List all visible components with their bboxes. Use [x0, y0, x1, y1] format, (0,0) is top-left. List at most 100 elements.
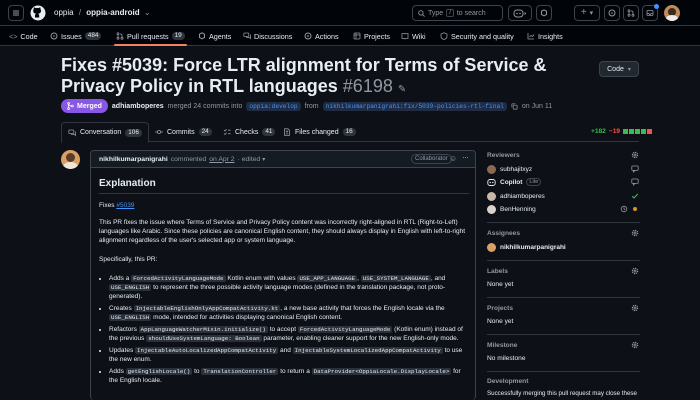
notification-dot	[654, 4, 659, 9]
reviewers-heading: Reviewers	[487, 152, 520, 159]
nav-security[interactable]: Security and quality	[440, 26, 514, 46]
list-item: Creates InjectableEnglishOnlyAppCompatAc…	[109, 304, 469, 322]
nav-insights-label: Insights	[538, 31, 563, 41]
comment-header: nikhilkumarpanigrahi commented on Apr 2 …	[91, 151, 475, 168]
pull-requests-button[interactable]	[623, 5, 639, 21]
gear-icon[interactable]	[631, 304, 639, 312]
code-button[interactable]: Code ▾	[599, 61, 639, 77]
merge-date: on Jun 11	[521, 102, 553, 110]
nav-projects[interactable]: Projects	[353, 26, 390, 46]
comment-discussion-icon	[243, 32, 251, 40]
reviewer-row[interactable]: adhiamboperes	[487, 191, 545, 201]
inline-code: USE_ENGLISH	[109, 314, 152, 321]
chevron-down-icon: ▾	[627, 66, 631, 73]
chevron-down-icon[interactable]: ⌄	[144, 8, 151, 17]
explanation-paragraph: This PR fixes the issue where Terms of S…	[99, 219, 466, 244]
repo-nav: <> Code Issues 484 Pull requests 19 Agen…	[0, 26, 700, 46]
smiley-icon[interactable]: ☺	[449, 154, 457, 163]
base-branch[interactable]: oppia:develop	[246, 101, 301, 111]
tab-commits-count: 24	[198, 128, 212, 136]
pencil-icon[interactable]: ✎	[398, 84, 406, 95]
inline-code: USE_APP_LANGUAGE	[297, 275, 358, 282]
nav-actions[interactable]: Actions	[304, 26, 339, 46]
nav-discussions[interactable]: Discussions	[243, 26, 292, 46]
gear-icon[interactable]	[631, 229, 639, 237]
reviewer-row[interactable]: subhajitxyz	[487, 164, 532, 174]
reviewer-name: Copilot	[500, 178, 523, 186]
gear-icon[interactable]	[631, 341, 639, 349]
create-new-button[interactable]: + ▾	[574, 5, 600, 21]
merge-text: merged 24 commits into	[167, 102, 243, 110]
tab-conversation[interactable]: Conversation 106	[61, 122, 149, 143]
nav-pull-requests[interactable]: Pull requests 19	[114, 26, 187, 46]
comment-date[interactable]: on Apr 2	[209, 156, 234, 163]
gear-icon[interactable]	[631, 267, 639, 275]
comment-author-avatar[interactable]	[61, 150, 80, 169]
nav-issues-count: 484	[84, 32, 102, 40]
pending-dot-icon	[633, 207, 637, 211]
collaborator-badge: Collaborator	[411, 154, 452, 164]
inline-code: InjectableEnglishOnlyAppCompatActivity.k…	[133, 305, 281, 312]
owner-link[interactable]: oppia	[54, 8, 74, 17]
nav-code-label: Code	[20, 31, 38, 41]
issues-button[interactable]	[604, 5, 620, 21]
fixes-line: Fixes #5039	[99, 201, 469, 210]
chevron-down-icon[interactable]: ▾	[262, 156, 265, 163]
copilot-icon	[513, 9, 527, 17]
notifications-button[interactable]	[642, 4, 659, 21]
summary-intro: Specifically, this PR:	[99, 256, 158, 263]
assignee-row[interactable]: nikhilkumarpanigrahi	[487, 242, 566, 252]
inline-code: USE_SYSTEM_LANGUAGE	[360, 275, 431, 282]
comment-icon	[631, 178, 639, 186]
nav-agents-label: Agents	[209, 31, 232, 41]
copilot-button[interactable]	[508, 5, 532, 21]
head-branch[interactable]: nikhilkumarpanigrahi:fix/5039-policies-r…	[322, 101, 507, 111]
fixes-issue-link[interactable]: #5039	[116, 202, 134, 209]
copy-icon[interactable]	[511, 103, 518, 110]
nav-wiki[interactable]: Wiki	[401, 26, 426, 46]
nav-issues[interactable]: Issues 484	[50, 26, 102, 46]
lite-badge: Lite	[526, 178, 542, 186]
development-heading: Development	[487, 378, 529, 385]
repo-link[interactable]: oppia-android	[86, 8, 139, 17]
avatar	[487, 242, 496, 252]
list-item: Adds a ForcedActivityLanguageMode Kotlin…	[109, 274, 469, 301]
sync-icon[interactable]	[620, 205, 628, 213]
search-input[interactable]: Type / to search	[412, 5, 503, 21]
git-pull-request-icon	[116, 32, 124, 40]
diffstat-deletions: −19	[608, 128, 621, 135]
kebab-horizontal-icon[interactable]: ···	[462, 152, 469, 162]
agents-icon	[541, 9, 547, 17]
tab-commits[interactable]: Commits 24	[149, 122, 218, 142]
sidebar-divider	[487, 297, 640, 298]
search-shortcut-key: /	[446, 9, 454, 17]
comment-edited[interactable]: · edited	[238, 156, 261, 163]
avatar	[487, 204, 496, 214]
nav-agents[interactable]: Agents	[198, 26, 231, 46]
github-logo-icon[interactable]	[30, 5, 46, 21]
user-avatar[interactable]	[664, 5, 680, 21]
tab-checks[interactable]: Checks 41	[217, 122, 281, 142]
nav-insights[interactable]: Insights	[527, 26, 563, 46]
breadcrumb-separator: /	[78, 8, 82, 17]
projects-value: None yet	[487, 318, 514, 325]
list-item: Updates InjectableAutoLocalizedAppCompat…	[109, 346, 469, 364]
merger-link[interactable]: adhiamboperes	[112, 103, 164, 110]
gear-icon[interactable]	[631, 151, 639, 159]
agents-button[interactable]	[536, 5, 552, 21]
nav-projects-label: Projects	[364, 31, 390, 41]
inline-code: DataProvider<OppiaLocale.DisplayLocale>	[311, 368, 452, 375]
search-icon	[418, 9, 425, 17]
reviewer-row[interactable]: Copilot Lite	[487, 177, 542, 187]
inline-code: USE_ENGLISH	[109, 284, 152, 291]
reviewer-row[interactable]: BenHenning	[487, 204, 536, 214]
nav-code[interactable]: <> Code	[9, 26, 38, 46]
issue-opened-icon	[608, 9, 616, 17]
comment-author[interactable]: nikhilkumarpanigrahi	[99, 156, 168, 163]
tab-files-changed[interactable]: Files changed 16	[277, 122, 362, 142]
inline-code: TranslationController	[201, 368, 279, 375]
menu-button[interactable]	[8, 5, 24, 21]
tab-checks-count: 41	[262, 128, 276, 136]
code-button-label: Code	[607, 65, 624, 73]
breadcrumb: oppia / oppia-android ⌄	[54, 8, 151, 17]
